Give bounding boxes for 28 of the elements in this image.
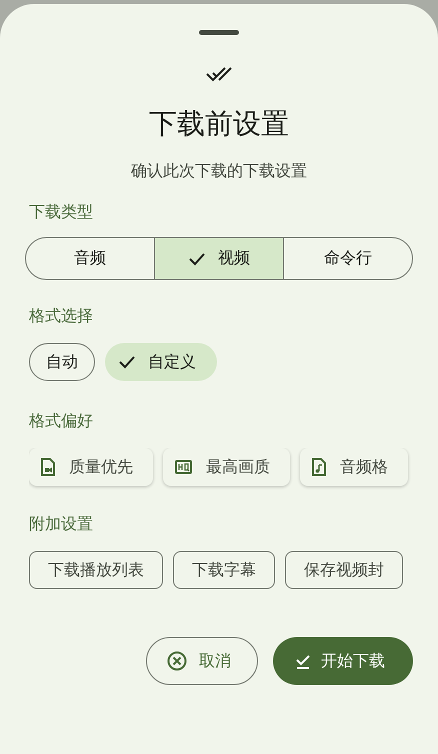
section-label: 格式选择	[29, 306, 94, 327]
filter-chip[interactable]: 自定义	[105, 343, 217, 381]
close-circle-icon	[167, 651, 187, 671]
preference-chip[interactable]: 质量优先	[29, 448, 153, 486]
check-underline-icon	[295, 653, 311, 669]
double-check-icon	[205, 65, 233, 83]
segment-button[interactable]: 命令行	[283, 238, 412, 279]
drag-handle[interactable]	[199, 30, 239, 35]
section-label: 格式偏好	[29, 411, 94, 432]
start-download-button[interactable]: 开始下载	[273, 637, 413, 685]
dialog-subtitle: 确认此次下载的下载设置	[131, 161, 307, 182]
filter-chip[interactable]: 自动	[29, 343, 95, 381]
section-label: 附加设置	[29, 514, 94, 535]
cancel-button[interactable]: 取消	[146, 637, 258, 685]
section-label: 下载类型	[29, 202, 94, 223]
segment-button[interactable]: 音频	[26, 238, 154, 279]
audio-file-icon	[312, 458, 326, 476]
video-file-icon	[41, 458, 55, 476]
hq-icon	[175, 460, 192, 474]
option-chip[interactable]: 下载播放列表	[29, 551, 163, 589]
preference-chip[interactable]: 最高画质	[163, 448, 290, 486]
dialog-title: 下载前设置	[149, 106, 289, 142]
option-chip[interactable]: 下载字幕	[173, 551, 275, 589]
check-icon	[188, 252, 206, 266]
preference-chip[interactable]: 音频格	[300, 448, 408, 486]
check-icon	[118, 355, 136, 369]
segment-button[interactable]: 视频	[154, 238, 283, 279]
option-chip[interactable]: 保存视频封	[285, 551, 403, 589]
